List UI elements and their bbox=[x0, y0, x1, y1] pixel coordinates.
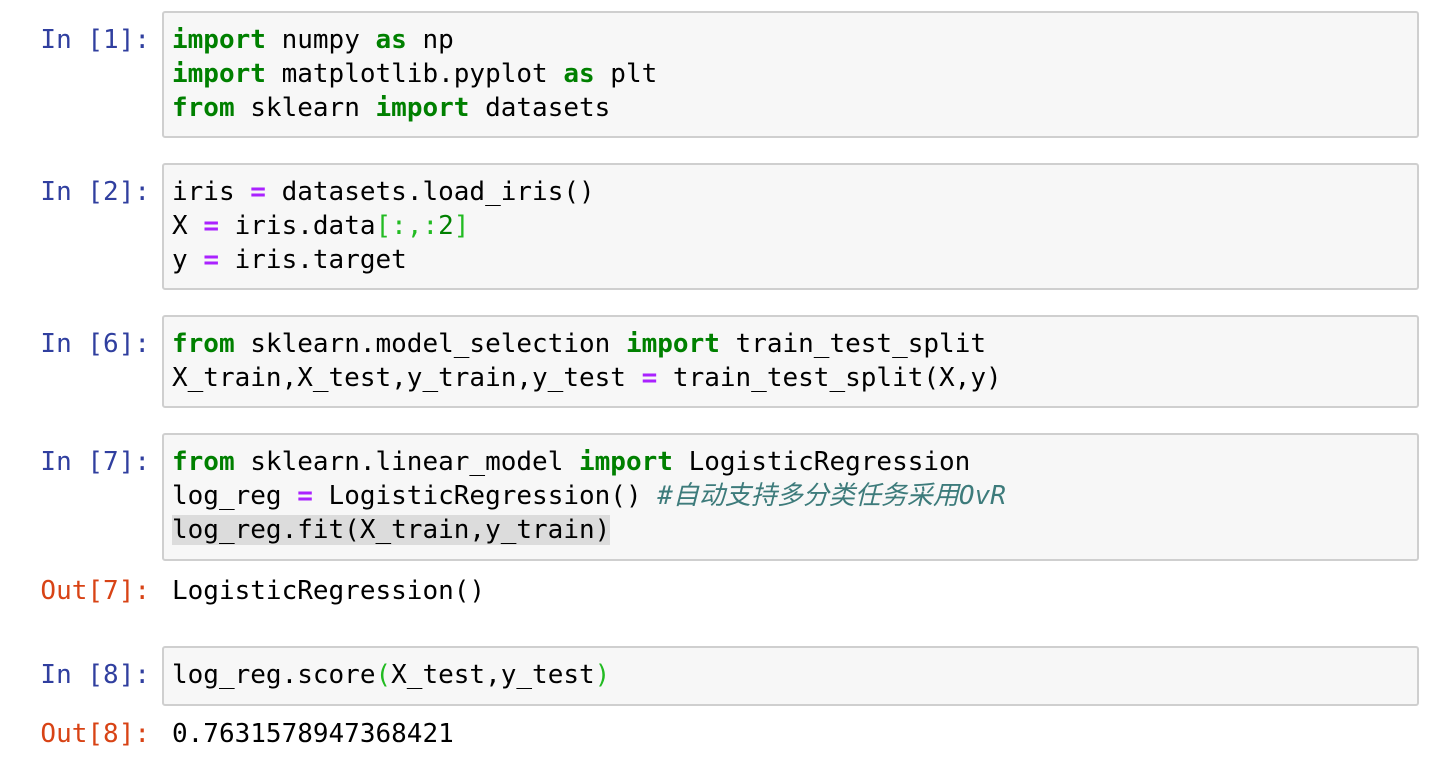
operator: = bbox=[203, 211, 219, 241]
keyword: as bbox=[563, 59, 595, 89]
keyword: import bbox=[172, 59, 266, 89]
output-prompt: Out[8]: bbox=[40, 719, 150, 749]
code-line: log_reg.fit(X_train,y_train) bbox=[172, 513, 1409, 547]
code-text: datasets bbox=[469, 93, 611, 123]
code-text: log_reg.score bbox=[172, 660, 376, 690]
code-text: iris.target bbox=[218, 245, 407, 275]
code-text: X_train,X_test,y_train,y_test bbox=[172, 363, 642, 393]
code-text: y bbox=[172, 245, 204, 275]
code-input-area[interactable]: import numpy as np import matplotlib.pyp… bbox=[162, 11, 1419, 138]
code-text: train_test_split(X,y) bbox=[657, 363, 1002, 393]
bracket: [:,: bbox=[375, 211, 439, 241]
cell-output: 0.7631578947368421 bbox=[172, 719, 454, 749]
comment: #自动支持多分类任务采用OvR bbox=[657, 481, 1006, 511]
keyword: import bbox=[375, 93, 470, 123]
keyword: from bbox=[172, 93, 235, 123]
code-line: from sklearn.model_selection import trai… bbox=[172, 327, 1409, 361]
input-prompt: In [7]: bbox=[40, 447, 150, 477]
code-text: plt bbox=[594, 59, 658, 89]
code-text: np bbox=[406, 25, 454, 55]
code-line: iris = datasets.load_iris() bbox=[172, 175, 1409, 209]
input-prompt: In [8]: bbox=[40, 660, 150, 690]
code-line: log_reg.score(X_test,y_test) bbox=[172, 658, 1409, 692]
operator: = bbox=[203, 245, 219, 275]
bracket: ] bbox=[453, 211, 470, 241]
code-text: sklearn.linear_model bbox=[234, 447, 579, 477]
code-line: y = iris.target bbox=[172, 243, 1409, 277]
code-text: log_reg bbox=[172, 481, 298, 511]
code-input-area[interactable]: from sklearn.model_selection import trai… bbox=[162, 315, 1419, 408]
code-line: log_reg = LogisticRegression() #自动支持多分类任… bbox=[172, 479, 1409, 513]
code-input-area[interactable]: iris = datasets.load_iris() X = iris.dat… bbox=[162, 163, 1419, 290]
bracket: ( bbox=[375, 660, 392, 690]
bracket: ) bbox=[594, 660, 611, 690]
operator: = bbox=[297, 481, 313, 511]
number: 2 bbox=[438, 211, 454, 241]
code-input-area[interactable]: log_reg.score(X_test,y_test) bbox=[162, 646, 1419, 706]
code-text: LogisticRegression bbox=[672, 447, 971, 477]
code-line: from sklearn import datasets bbox=[172, 91, 1409, 125]
code-text: X bbox=[172, 211, 204, 241]
output-prompt: Out[7]: bbox=[40, 576, 150, 606]
keyword: from bbox=[172, 329, 235, 359]
code-line: from sklearn.linear_model import Logisti… bbox=[172, 445, 1409, 479]
code-text: matplotlib.pyplot bbox=[265, 59, 564, 89]
code-text: train_test_split bbox=[719, 329, 986, 359]
code-text: sklearn bbox=[234, 93, 376, 123]
cell-output: LogisticRegression() bbox=[172, 576, 486, 606]
operator: = bbox=[250, 177, 266, 207]
operator: = bbox=[641, 363, 658, 393]
code-text: sklearn.model_selection bbox=[234, 329, 626, 359]
input-prompt: In [6]: bbox=[40, 329, 150, 359]
code-text: iris.data bbox=[218, 211, 376, 241]
keyword: import bbox=[172, 25, 266, 55]
code-text: X_test,y_test bbox=[391, 660, 595, 690]
code-line: X_train,X_test,y_train,y_test = train_te… bbox=[172, 361, 1409, 395]
keyword: from bbox=[172, 447, 235, 477]
code-text: numpy bbox=[265, 25, 376, 55]
keyword: as bbox=[375, 25, 407, 55]
input-prompt: In [1]: bbox=[40, 25, 150, 55]
keyword: import bbox=[625, 329, 720, 359]
code-input-area[interactable]: from sklearn.linear_model import Logisti… bbox=[162, 433, 1419, 561]
keyword: import bbox=[579, 447, 673, 477]
code-line: import numpy as np bbox=[172, 23, 1409, 57]
highlighted-code: log_reg.fit(X_train,y_train) bbox=[172, 515, 611, 545]
code-line: import matplotlib.pyplot as plt bbox=[172, 57, 1409, 91]
code-text: datasets.load_iris() bbox=[265, 177, 595, 207]
input-prompt: In [2]: bbox=[40, 177, 150, 207]
code-line: X = iris.data[:,:2] bbox=[172, 209, 1409, 243]
code-text: LogisticRegression() bbox=[312, 481, 658, 511]
code-text: iris bbox=[172, 177, 251, 207]
